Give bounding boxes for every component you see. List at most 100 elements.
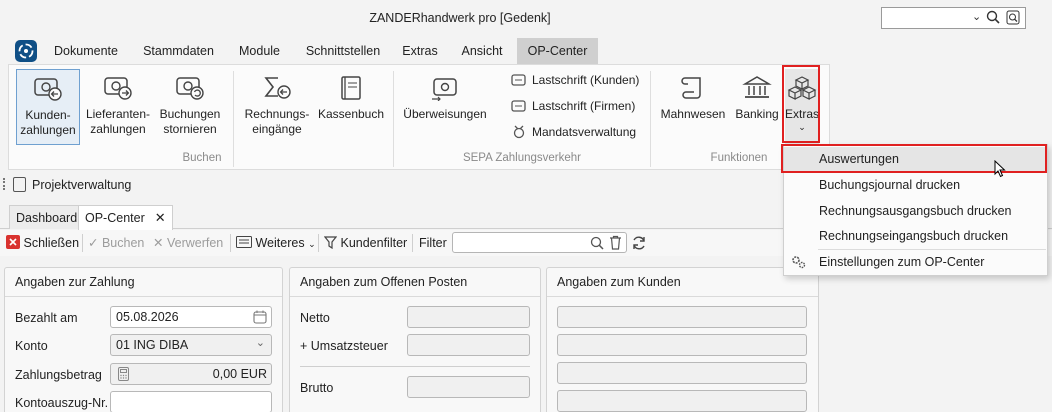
- kassenbuch-button[interactable]: Kassenbuch: [315, 69, 387, 145]
- filter-input[interactable]: [452, 232, 627, 253]
- list-icon: [236, 236, 252, 248]
- tab-dashboard[interactable]: Dashboard: [9, 205, 85, 229]
- projektverwaltung-label[interactable]: Projektverwaltung: [32, 178, 131, 192]
- mouse-cursor-icon: [994, 160, 1006, 178]
- menu-ansicht[interactable]: Ansicht: [455, 38, 509, 64]
- app-logo-icon[interactable]: [15, 40, 37, 62]
- invoice-incoming-icon: [264, 77, 291, 99]
- toolbar-separator: [230, 234, 231, 252]
- panel-offener-posten-title: Angaben zum Offenen Posten: [300, 275, 468, 289]
- lastschrift-kunden-label: Lastschrift (Kunden): [532, 73, 640, 87]
- kontoauszug-field[interactable]: [110, 391, 272, 412]
- toolbar-separator: [412, 234, 413, 252]
- lieferantenzahlungen-button[interactable]: Lieferanten- zahlungen: [82, 69, 154, 145]
- menu-dokumente[interactable]: Dokumente: [47, 38, 125, 64]
- project-icon: [13, 177, 26, 192]
- customer-payment-icon: [34, 78, 62, 101]
- weiteres-label: Weiteres: [255, 236, 305, 250]
- trash-icon[interactable]: [609, 235, 622, 250]
- weiteres-button[interactable]: Weiteres ⌄: [236, 234, 316, 252]
- ribbon-separator: [650, 71, 651, 167]
- title-bar: ZANDERhandwerk pro [Gedenk] ⌄: [0, 0, 1052, 36]
- menu-module[interactable]: Module: [232, 38, 287, 64]
- grip-handle[interactable]: [3, 178, 7, 190]
- menu-item-buchungsjournal[interactable]: Buchungsjournal drucken: [784, 173, 1047, 198]
- konto-value: 01 ING DIBA: [116, 338, 189, 352]
- zahlungsbetrag-value: 0,00 EUR: [212, 367, 267, 381]
- buchen-button[interactable]: ✓ Buchen: [88, 234, 144, 252]
- book-icon: [341, 76, 361, 100]
- kundenzahlungen-label: Kunden- zahlungen: [20, 108, 76, 137]
- lieferantenzahlungen-label: Lieferanten- zahlungen: [85, 107, 151, 136]
- panel-kunde: Angaben zum Kunden: [546, 267, 819, 412]
- brutto-label: Brutto: [300, 381, 334, 395]
- menu-extras[interactable]: Extras: [398, 38, 442, 64]
- menu-bar: Dokumente Stammdaten Module Schnittstell…: [0, 38, 1052, 64]
- storno-icon: [176, 77, 204, 100]
- scroll-icon: [681, 77, 701, 99]
- buchungen-stornieren-button[interactable]: Buchungen stornieren: [156, 69, 224, 145]
- menu-schnittstellen[interactable]: Schnittstellen: [300, 38, 386, 64]
- bezahlt-am-field[interactable]: 05.08.2026: [110, 306, 272, 328]
- mahnwesen-button[interactable]: Mahnwesen: [657, 69, 729, 145]
- verwerfen-label: Verwerfen: [166, 236, 224, 250]
- group-label-buchen: Buchen: [182, 152, 222, 164]
- buchungen-stornieren-label: Buchungen stornieren: [159, 107, 221, 136]
- kundenfilter-button[interactable]: Kundenfilter: [323, 234, 407, 252]
- tab-op-center[interactable]: OP-Center ✕: [78, 205, 173, 230]
- direct-debit-icon: [511, 100, 526, 112]
- kunde-field-4: [557, 390, 807, 412]
- search-settings-icon[interactable]: [1006, 10, 1020, 25]
- netto-field: [407, 306, 530, 328]
- toolbar-separator: [318, 234, 319, 252]
- verwerfen-button[interactable]: ✕ Verwerfen: [153, 234, 223, 252]
- kundenzahlungen-button[interactable]: Kunden- zahlungen: [16, 69, 80, 145]
- menu-item-rechnungsausgangsbuch[interactable]: Rechnungsausgangsbuch drucken: [784, 199, 1047, 224]
- refresh-icon[interactable]: [631, 235, 647, 251]
- panel-zahlung: Angaben zur Zahlung Bezahlt am 05.08.202…: [4, 267, 283, 412]
- buchen-label: Buchen: [101, 236, 145, 250]
- transfer-icon: [432, 78, 457, 101]
- filter-label: Filter: [419, 236, 447, 250]
- menu-item-rechnungseingangsbuch[interactable]: Rechnungseingangsbuch drucken: [784, 224, 1047, 249]
- search-icon[interactable]: [590, 236, 604, 250]
- menu-op-center[interactable]: OP-Center: [517, 38, 598, 64]
- zahlungsbetrag-label: Zahlungsbetrag: [15, 368, 102, 382]
- rechnungseingaenge-button[interactable]: Rechnungs- eingänge: [241, 69, 313, 145]
- banking-label: Banking: [735, 107, 779, 121]
- einstellungen-label: Einstellungen zum OP-Center: [819, 255, 985, 269]
- schliessen-button[interactable]: Schließen: [6, 234, 79, 252]
- quick-search-combobox[interactable]: ⌄: [881, 7, 1026, 29]
- supplier-payment-icon: [104, 77, 132, 100]
- auswertungen-highlight-frame: [781, 144, 1047, 173]
- close-tab-icon[interactable]: ✕: [155, 210, 166, 225]
- panel-divider: [5, 296, 282, 297]
- konto-select[interactable]: 01 ING DIBA ⌄: [110, 334, 272, 356]
- menu-stammdaten[interactable]: Stammdaten: [137, 38, 220, 64]
- zahlungsbetrag-field[interactable]: 0,00 EUR: [110, 363, 272, 385]
- panel-offener-posten: Angaben zum Offenen Posten Netto + Umsat…: [289, 267, 541, 412]
- chevron-down-icon[interactable]: ⌄: [972, 10, 981, 23]
- rechnungseingaenge-label: Rechnungs- eingänge: [244, 107, 310, 136]
- panel-zahlung-title: Angaben zur Zahlung: [15, 275, 135, 289]
- banking-button[interactable]: Banking: [733, 69, 781, 145]
- calculator-icon[interactable]: [118, 367, 129, 381]
- panel-kunde-title: Angaben zum Kunden: [557, 275, 681, 289]
- window-title: ZANDERhandwerk pro [Gedenk]: [369, 11, 551, 25]
- menu-item-einstellungen-op-center[interactable]: Einstellungen zum OP-Center: [784, 250, 1047, 275]
- umsatzsteuer-field: [407, 334, 530, 356]
- brutto-field: [407, 376, 530, 398]
- discard-icon: ✕: [153, 236, 164, 250]
- schliessen-label: Schließen: [23, 236, 80, 250]
- search-icon[interactable]: [986, 10, 1000, 24]
- kassenbuch-label: Kassenbuch: [317, 107, 385, 121]
- sum-divider: [300, 366, 530, 367]
- calendar-icon[interactable]: [253, 310, 267, 324]
- close-icon: [6, 235, 20, 249]
- lastschrift-firmen-label: Lastschrift (Firmen): [532, 99, 636, 113]
- panel-divider: [290, 296, 540, 297]
- chevron-down-icon: ⌄: [255, 337, 265, 349]
- group-label-sepa: SEPA Zahlungsverkehr: [462, 152, 582, 164]
- tab-dashboard-label: Dashboard: [16, 211, 78, 225]
- ueberweisungen-button[interactable]: Überweisungen: [399, 69, 491, 145]
